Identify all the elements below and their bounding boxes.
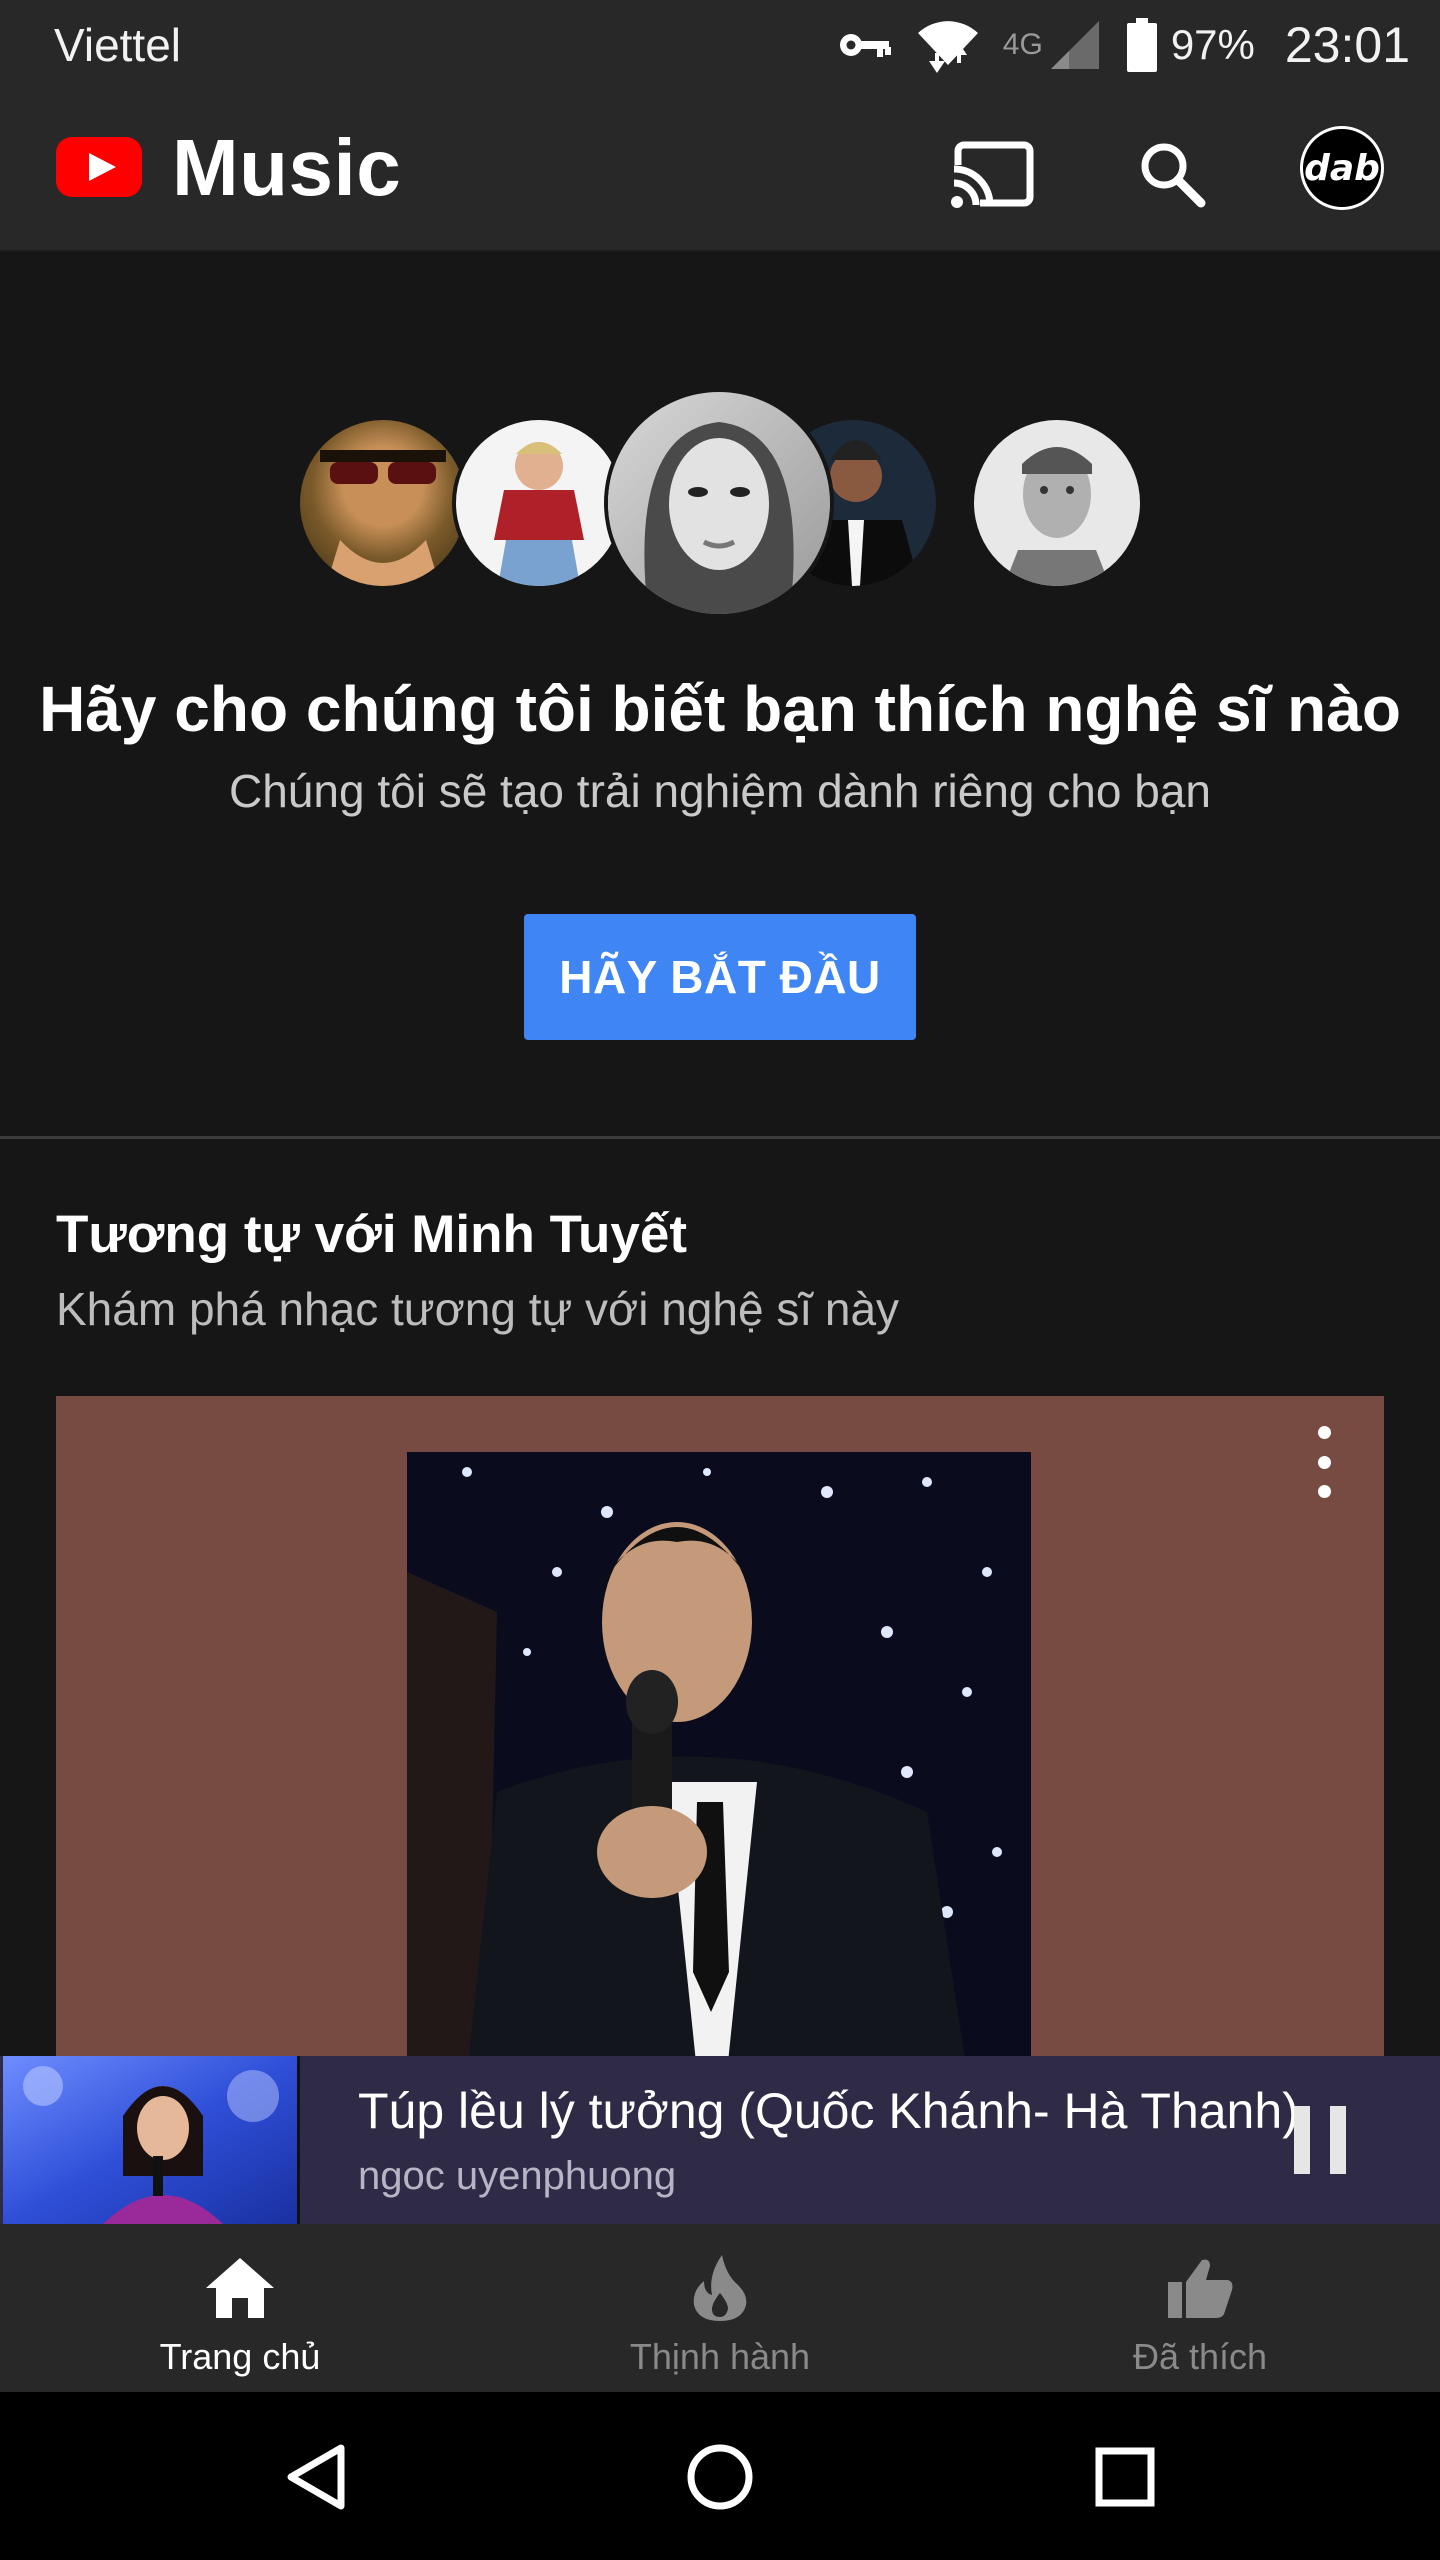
app-bar: Music dab (0, 90, 1440, 252)
nav-label-liked: Đã thích (1132, 2336, 1268, 2377)
search-icon[interactable] (1124, 126, 1220, 222)
home-icon (0, 2252, 480, 2324)
wifi-icon (915, 15, 981, 75)
section-subtitle: Khám phá nhạc tương tự với nghệ sĩ này (56, 1283, 900, 1335)
clock: 23:01 (1284, 17, 1410, 73)
nav-item-trending[interactable]: Thịnh hành (480, 2224, 960, 2392)
hero-title: Hãy cho chúng tôi biết bạn thích nghệ sĩ… (39, 673, 1401, 745)
nav-label-home: Trang chủ (159, 2336, 321, 2377)
mini-player[interactable]: Túp lều lý tưởng (Quốc Khánh- Hà Thanh) … (0, 2056, 1440, 2224)
thumb-up-icon (960, 2252, 1440, 2324)
status-bar: Viettel 4G 97% 23:01 (0, 0, 1440, 90)
artist-card-image (407, 1452, 1031, 2056)
bottom-navigation: Trang chủ Thịnh hành Đã thích (0, 2224, 1440, 2392)
signal-icon (1047, 17, 1103, 73)
pause-icon[interactable] (1280, 2096, 1360, 2186)
section-divider (0, 1136, 1440, 1139)
mini-player-thumbnail[interactable] (3, 2056, 300, 2224)
artist-avatar[interactable] (608, 392, 830, 614)
fire-icon (480, 2252, 960, 2324)
nav-item-liked[interactable]: Đã thích (960, 2224, 1440, 2392)
back-icon[interactable] (270, 2432, 360, 2522)
section-title: Tương tự với Minh Tuyết (56, 1205, 688, 1264)
status-icons: 4G 97% 23:01 (815, 0, 1410, 90)
nav-item-home[interactable]: Trang chủ (0, 2224, 480, 2392)
home-circle-icon[interactable] (675, 2432, 765, 2522)
artist-onboarding-banner: Hãy cho chúng tôi biết bạn thích nghệ sĩ… (0, 254, 1440, 1138)
artist-card[interactable] (56, 1396, 1384, 2056)
network-type: 4G (1002, 28, 1043, 61)
account-avatar[interactable]: dab (1300, 126, 1384, 210)
carrier-name: Viettel (54, 19, 182, 71)
now-playing-artist: ngoc uyenphuong (358, 2154, 677, 2198)
vpn-key-icon (837, 28, 893, 62)
battery-percent: 97% (1170, 21, 1255, 68)
recents-icon[interactable] (1080, 2432, 1170, 2522)
youtube-play-icon[interactable] (56, 137, 142, 197)
battery-icon (1126, 18, 1157, 72)
get-started-button[interactable]: HÃY BẮT ĐẦU (524, 914, 916, 1040)
artist-avatar[interactable] (456, 420, 622, 586)
artist-avatar[interactable] (300, 420, 466, 586)
app-title[interactable]: Music (172, 122, 401, 214)
artist-avatar[interactable] (974, 420, 1140, 586)
cast-icon[interactable] (944, 126, 1040, 222)
now-playing-title: Túp lều lý tưởng (Quốc Khánh- Hà Thanh) (358, 2083, 1299, 2139)
more-options-icon[interactable] (1304, 1426, 1344, 1498)
hero-subtitle: Chúng tôi sẽ tạo trải nghiệm dành riêng … (229, 765, 1211, 817)
system-navigation-bar (0, 2392, 1440, 2560)
nav-label-trending: Thịnh hành (629, 2336, 811, 2377)
